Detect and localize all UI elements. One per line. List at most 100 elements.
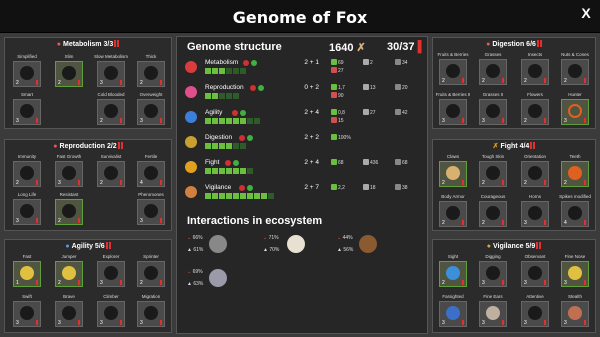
skill-stealth[interactable]: Stealth 3 <box>557 294 593 328</box>
panel-reproduction: ● Reproduction 2/2 Immunity 2 Fast Growth 3… <box>4 139 172 231</box>
stat-bar <box>205 143 246 149</box>
minus-button[interactable] <box>232 110 239 116</box>
minus-button[interactable] <box>243 60 249 66</box>
plus-button[interactable] <box>240 110 247 116</box>
genome-screen: Genome of Fox X ● Metabolism 3/3 Simplifi… <box>0 0 600 337</box>
gene-icon: ▌ <box>417 41 426 53</box>
stat-bar-cell <box>254 193 260 199</box>
skill-slim[interactable]: Slim 2 <box>51 54 87 88</box>
plus-button[interactable] <box>247 135 254 141</box>
skill-thick[interactable]: Thick 2 <box>133 54 169 88</box>
plus-button[interactable] <box>233 160 239 166</box>
skill-survivalist[interactable]: Survivalist 2 <box>93 154 129 188</box>
skill-long-life[interactable]: Long Life 3 <box>9 192 45 226</box>
skill-observant[interactable]: Observant 3 <box>517 254 553 288</box>
skill-jumper[interactable]: Jumper 2 <box>51 254 87 288</box>
stat-effect: 1,7 <box>331 84 345 91</box>
stat-bar-cell <box>219 193 225 199</box>
skill-icon <box>486 64 500 78</box>
skill-resistant[interactable]: Resistant 2 <box>51 192 87 226</box>
skill-smart[interactable]: Smart 3 <box>9 92 45 126</box>
stat-effect: 27 <box>331 67 344 74</box>
skill-claws[interactable]: Claws 2 <box>435 154 471 188</box>
skill-fast-growth[interactable]: Fast Growth 3 <box>51 154 87 188</box>
dna-icon: ✗ <box>356 42 366 54</box>
stat-name: Digestion <box>205 134 233 141</box>
vigilance-icon: ● <box>486 243 491 250</box>
mouse-icon[interactable] <box>209 269 227 287</box>
skill-fine-ears[interactable]: Fine Ears 3 <box>475 294 511 328</box>
skill-icon <box>486 266 500 280</box>
skill-pheromones[interactable]: Pheromones 3 <box>133 192 169 226</box>
stat-bar <box>205 168 253 174</box>
stat-bar-cell <box>226 68 232 74</box>
chicken-icon[interactable] <box>287 235 305 253</box>
skill-brave[interactable]: Brave 3 <box>51 294 87 328</box>
plus-button[interactable] <box>258 85 265 91</box>
genome-structure-panel: Genome structure 1640 ✗ 30/37 ▌ Metaboli… <box>176 36 428 334</box>
raccoon-icon[interactable] <box>209 235 227 253</box>
skill-grasses[interactable]: Grasses 2 <box>475 52 511 86</box>
minus-button[interactable] <box>225 160 231 166</box>
stat-bar <box>205 93 239 99</box>
skill-sprinter[interactable]: Sprinter 2 <box>133 254 169 288</box>
skill-slow-metabolism[interactable]: Slow Metabolism 3 <box>93 54 129 88</box>
minus-button[interactable] <box>239 135 246 141</box>
skill-fertile[interactable]: Fertile 4 <box>133 154 169 188</box>
effect-icon <box>331 134 337 140</box>
skill-icon <box>528 306 542 320</box>
skill-immunity[interactable]: Immunity 2 <box>9 154 45 188</box>
skill-icon <box>144 166 158 180</box>
skill-body-armor[interactable]: Body Armor 2 <box>435 194 471 228</box>
skill-horns[interactable]: Horns 3 <box>517 194 553 228</box>
stat-row-agility: Agility 2 + 4 0,8 27 42 15 <box>183 109 423 131</box>
skill-spikes-modified[interactable]: Spikes modified 4 <box>557 194 593 228</box>
stat-effect: 2,2 <box>331 184 345 191</box>
skill-digging[interactable]: Digging 3 <box>475 254 511 288</box>
skill-teeth[interactable]: Teeth 2 <box>557 154 593 188</box>
minus-button[interactable] <box>239 185 246 191</box>
skill-farsighted[interactable]: Farsighted 3 <box>435 294 471 328</box>
skill-icon <box>446 306 460 320</box>
plus-button[interactable] <box>247 185 254 191</box>
skill-tough-skin[interactable]: Tough Skin 2 <box>475 154 511 188</box>
effect-icon <box>363 184 369 190</box>
panel-title: Digestion <box>492 41 525 48</box>
stat-bar-cell <box>261 193 267 199</box>
stat-value: 2 + 7 <box>304 184 319 191</box>
skill-sight[interactable]: Sight 2 <box>435 254 471 288</box>
skill-attentive[interactable]: Attentive 3 <box>517 294 553 328</box>
skill-fruits-berries-2[interactable]: Fruits & Berries II 3 <box>435 92 471 126</box>
hedgehog-icon[interactable] <box>359 235 377 253</box>
skill-insects[interactable]: Insects 2 <box>517 52 553 86</box>
skill-hunter[interactable]: Hunter 3 <box>557 92 593 126</box>
skill-fruits-berries[interactable]: Fruits & Berries 2 <box>435 52 471 86</box>
defense-icon: ▲ <box>337 247 342 253</box>
panel-digestion: ● Digestion 6/6 Fruits & Berries 2 Grasses… <box>432 37 596 129</box>
panel-count: 5/6 <box>94 243 105 250</box>
skill-fine-nose[interactable]: Fine Nose 3 <box>557 254 593 288</box>
skill-swift[interactable]: Swift 3 <box>9 294 45 328</box>
skill-nuts-cones[interactable]: Nuts & Cones 2 <box>557 52 593 86</box>
stat-bar <box>205 118 260 124</box>
skill-fast[interactable]: Fast 1 <box>9 254 45 288</box>
skill-flowers[interactable]: Flowers 2 <box>517 92 553 126</box>
skill-grasses-2[interactable]: Grasses II 3 <box>475 92 511 126</box>
skill-icon <box>486 306 500 320</box>
skill-climber[interactable]: Climber 3 <box>93 294 129 328</box>
skill-migration[interactable]: Migration 3 <box>133 294 169 328</box>
skill-orientation[interactable]: Orientation 2 <box>517 154 553 188</box>
plus-button[interactable] <box>251 60 257 66</box>
stat-effect: 13 <box>363 84 376 91</box>
skill-simplified[interactable]: Simplified 2 <box>9 54 45 88</box>
minus-button[interactable] <box>250 85 257 91</box>
skill-cold-blooded[interactable]: Cold Blooded 2 <box>93 92 129 126</box>
skill-explorer[interactable]: Explorer 3 <box>93 254 129 288</box>
stat-name: Vigilance <box>205 184 232 191</box>
effect-icon <box>331 159 337 165</box>
skill-overweight[interactable]: Overweight 3 <box>133 92 169 126</box>
stat-bar-cell <box>212 143 218 149</box>
digestion-icon: ● <box>486 41 491 48</box>
close-button[interactable]: X <box>578 5 594 23</box>
skill-courageous[interactable]: Courageous 2 <box>475 194 511 228</box>
